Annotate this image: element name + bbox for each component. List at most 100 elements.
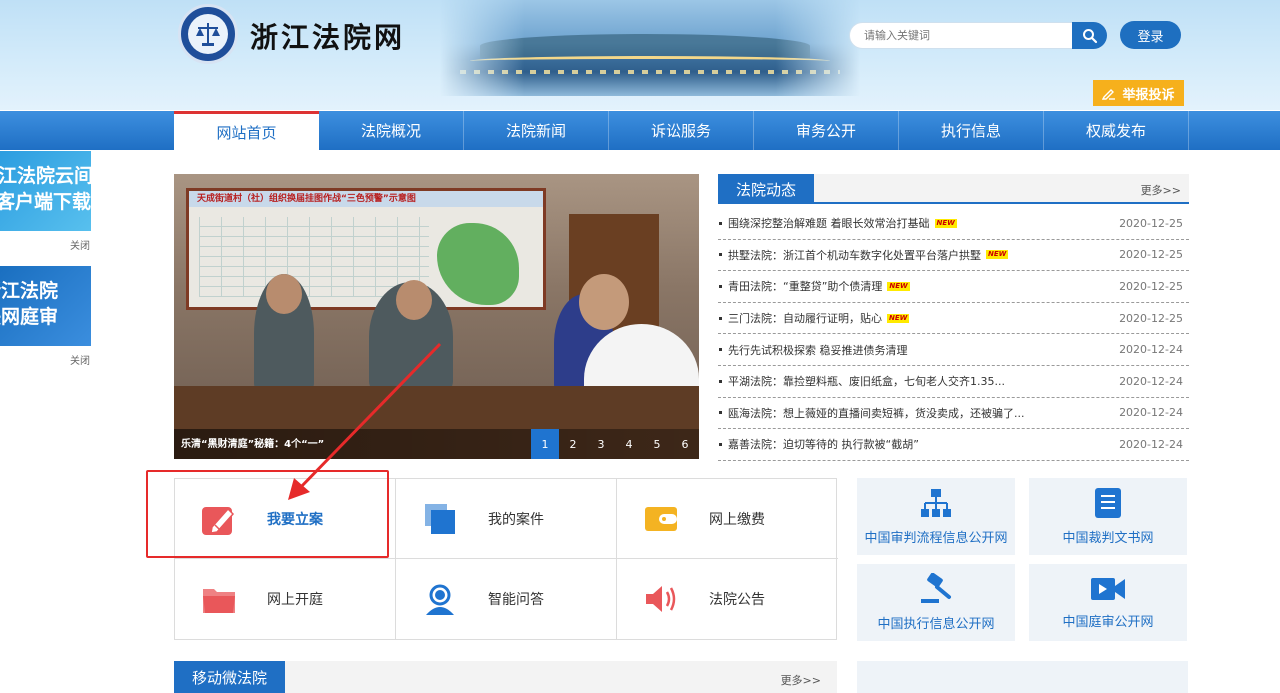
folder-icon [203, 589, 235, 613]
side-ad-line: 浙江法院 [0, 280, 59, 302]
news-item-title[interactable]: 围绕深挖整治解难题 着眼长效常治打基础 [728, 215, 930, 231]
court-emblem-logo[interactable] [178, 4, 238, 64]
org-chart-icon [921, 489, 951, 517]
service-label: 法院公告 [709, 592, 765, 608]
carousel-photo-person [266, 274, 302, 314]
side-ad-cloud-app[interactable]: 江法院云间 客户端下载 [0, 151, 91, 231]
carousel-photo-person [396, 280, 432, 320]
news-item-date: 2020-12-24 [1119, 437, 1183, 451]
report-complaint-button[interactable]: 举报投诉 [1093, 80, 1184, 106]
news-item-title[interactable]: 先行先试积极探索 稳妥推进债务清理 [728, 342, 908, 358]
site-title: 浙江法院网 [250, 21, 406, 54]
news-item-title[interactable]: 三门法院：自动履行证明，贴心 [728, 310, 882, 326]
carousel-page-6[interactable]: 6 [671, 429, 699, 459]
news-item-title[interactable]: 拱墅法院：浙江首个机动车数字化处置平台落户拱墅 [728, 247, 981, 263]
service-smart-qa[interactable]: 智能问答 [396, 559, 617, 639]
carousel-photo-poster: 天成街道村（社）组织换届挂图作战“三色预警”示意图 [186, 188, 546, 310]
news-item-date: 2020-12-24 [1119, 406, 1183, 420]
west-lake-scenery [440, 0, 860, 96]
service-label: 网上缴费 [709, 511, 765, 528]
news-item[interactable]: 先行先试积极探索 稳妥推进债务清理 2020-12-24 [718, 334, 1189, 366]
nav-litigation-service[interactable]: 诉讼服务 [609, 111, 754, 150]
nav-trial-disclosure[interactable]: 审务公开 [754, 111, 899, 150]
side-ad-line: 客户端下载 [0, 191, 91, 213]
carousel-page-1[interactable]: 1 [531, 429, 559, 459]
main-nav-bar: 网站首页 法院概况 法院新闻 诉讼服务 审务公开 执行信息 权威发布 [0, 111, 1280, 150]
link-label: 中国执行信息公开网 [877, 617, 995, 632]
news-item-date: 2020-12-25 [1119, 311, 1183, 325]
carousel-page-5[interactable]: 5 [643, 429, 671, 459]
news-item[interactable]: 拱墅法院：浙江首个机动车数字化处置平台落户拱墅 NEW 2020-12-25 [718, 240, 1189, 272]
link-label: 中国庭审公开网 [1062, 615, 1154, 630]
link-label: 中国审判流程信息公开网 [864, 531, 1008, 546]
search-input[interactable] [849, 22, 1073, 49]
carousel-page-2[interactable]: 2 [559, 429, 587, 459]
news-item-date: 2020-12-25 [1119, 216, 1183, 230]
news-item[interactable]: 三门法院：自动履行证明，贴心 NEW 2020-12-25 [718, 303, 1189, 335]
nav-court-news[interactable]: 法院新闻 [464, 111, 609, 150]
support-agent-icon [426, 584, 454, 615]
side-ad-online-trial[interactable]: 浙江法院 联网庭审 [0, 266, 91, 346]
news-item[interactable]: 嘉善法院：迫切等待的 执行款被“截胡” 2020-12-24 [718, 429, 1189, 461]
login-button[interactable]: 登录 [1120, 21, 1181, 49]
gavel-icon [921, 573, 951, 603]
news-item-title[interactable]: 瓯海法院：想上薇娅的直播间卖短裤，货没卖成，还被骗了... [728, 405, 1025, 421]
carousel-page-3[interactable]: 3 [587, 429, 615, 459]
side-ad-close-link[interactable]: 关闭 [70, 237, 90, 252]
service-court-notice[interactable]: 法院公告 [617, 559, 838, 639]
nav-official-release[interactable]: 权威发布 [1044, 111, 1189, 150]
news-panel-header: 法院动态 更多>> [718, 174, 1189, 204]
mobile-court-title[interactable]: 移动微法院 [174, 661, 285, 693]
side-ad-line: 江法院云间 [0, 165, 91, 187]
news-item-date: 2020-12-25 [1119, 248, 1183, 262]
news-item[interactable]: 瓯海法院：想上薇娅的直播间卖短裤，货没卖成，还被骗了... 2020-12-24 [718, 398, 1189, 430]
search-icon [1082, 28, 1097, 43]
wallet-icon [645, 506, 677, 531]
side-ad-line: 联网庭审 [0, 306, 59, 328]
link-trial-broadcast[interactable]: 中国庭审公开网 [1029, 564, 1187, 641]
news-item[interactable]: 青田法院：“重整贷”助个债清理 NEW 2020-12-25 [718, 271, 1189, 303]
news-item-title[interactable]: 青田法院：“重整贷”助个债清理 [728, 278, 882, 294]
carousel-page-4[interactable]: 4 [615, 429, 643, 459]
carousel-pager: 1 2 3 4 5 6 [531, 429, 699, 459]
nav-execution-info[interactable]: 执行信息 [899, 111, 1044, 150]
video-camera-icon [1091, 578, 1125, 600]
service-label: 智能问答 [488, 592, 544, 608]
nav-home[interactable]: 网站首页 [174, 111, 319, 150]
news-panel-title[interactable]: 法院动态 [718, 174, 814, 204]
new-badge: NEW [934, 218, 957, 228]
news-list: 围绕深挖整治解难题 着眼长效常治打基础 NEW 2020-12-25 拱墅法院：浙江… [718, 208, 1189, 461]
poster-title: 天成街道村（社）组织换届挂图作战“三色预警”示意图 [189, 191, 543, 207]
stacked-squares-icon [425, 503, 455, 534]
new-badge: NEW [887, 281, 910, 291]
link-judgment-documents[interactable]: 中国裁判文书网 [1029, 478, 1187, 555]
news-more-link[interactable]: 更多>> [1141, 182, 1181, 198]
header-banner: 浙江法院网 登录 举报投诉 [0, 0, 1280, 110]
carousel-photo-person [579, 274, 629, 330]
new-badge: NEW [986, 250, 1009, 260]
court-news-panel: 法院动态 更多>> 围绕深挖整治解难题 着眼长效常治打基础 NEW 2020-12-… [718, 174, 1189, 461]
new-badge: NEW [887, 313, 910, 323]
mobile-court-section-header: 移动微法院 更多>> [174, 661, 837, 693]
service-online-hearing[interactable]: 网上开庭 [175, 559, 396, 639]
bottom-right-banner[interactable] [857, 661, 1188, 693]
service-label: 网上开庭 [267, 592, 323, 608]
link-label: 中国裁判文书网 [1062, 531, 1154, 546]
side-ad-close-link[interactable]: 关闭 [70, 352, 90, 367]
news-item-date: 2020-12-25 [1119, 279, 1183, 293]
news-item[interactable]: 平湖法院：靠捡塑料瓶、废旧纸盒，七旬老人交齐1.35... 2020-12-24 [718, 366, 1189, 398]
annotation-arrow-icon [288, 342, 442, 500]
mobile-court-more-link[interactable]: 更多>> [781, 672, 821, 688]
news-item-title[interactable]: 嘉善法院：迫切等待的 执行款被“截胡” [728, 436, 919, 452]
service-online-payment[interactable]: 网上缴费 [617, 479, 838, 559]
link-trial-process-disclosure[interactable]: 中国审判流程信息公开网 [857, 478, 1015, 555]
news-item[interactable]: 围绕深挖整治解难题 着眼长效常治打基础 NEW 2020-12-25 [718, 208, 1189, 240]
news-item-date: 2020-12-24 [1119, 343, 1183, 357]
nav-court-overview[interactable]: 法院概况 [319, 111, 464, 150]
news-item-title[interactable]: 平湖法院：靠捡塑料瓶、废旧纸盒，七旬老人交齐1.35... [728, 373, 1005, 389]
search-button[interactable] [1072, 22, 1107, 49]
report-label: 举报投诉 [1122, 87, 1175, 103]
service-label: 我的案件 [488, 511, 544, 528]
edit-pen-icon [1102, 89, 1116, 100]
link-execution-disclosure[interactable]: 中国执行信息公开网 [857, 564, 1015, 641]
